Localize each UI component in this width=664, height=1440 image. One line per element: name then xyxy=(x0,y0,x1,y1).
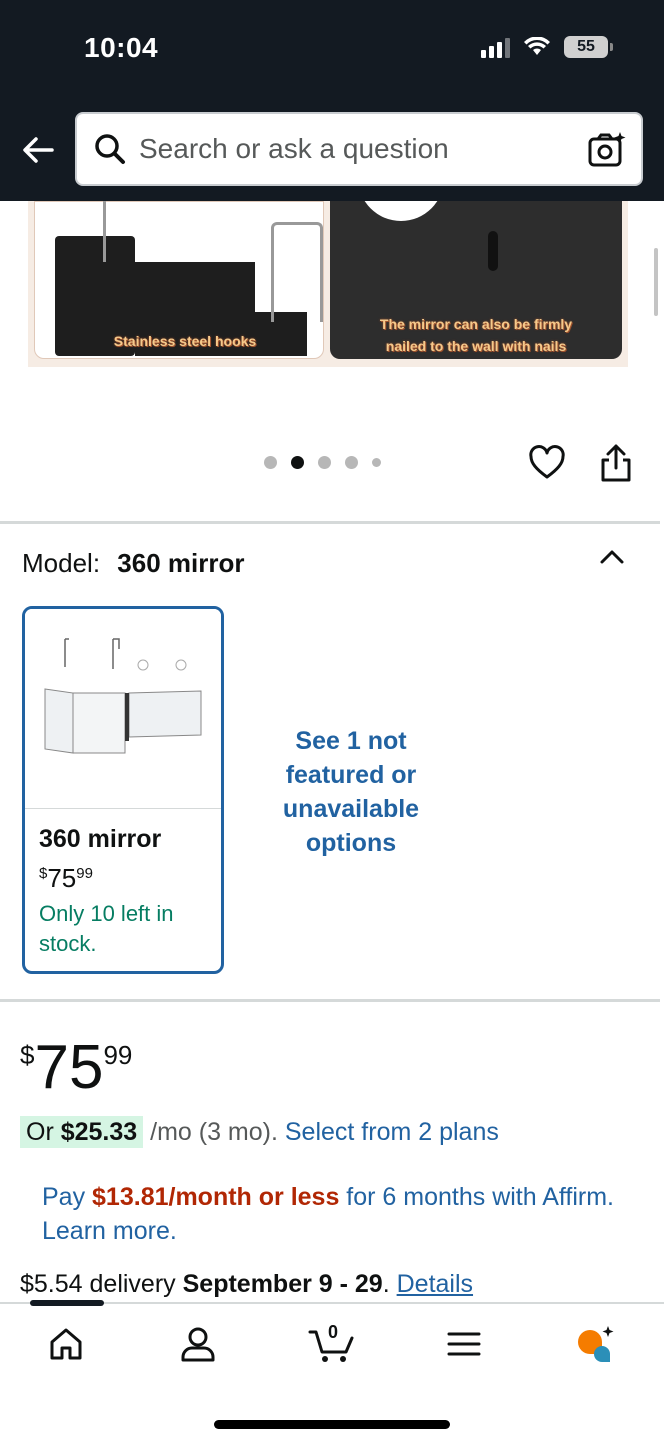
affirm-amount: $13.81/month or less xyxy=(92,1183,340,1211)
model-label: Model: xyxy=(22,548,101,578)
price-cents: 99 xyxy=(103,1040,133,1070)
installment-highlight: Or $25.33 xyxy=(20,1116,144,1148)
price-whole: 75 xyxy=(34,1033,104,1102)
affirm-prefix: Pay xyxy=(42,1183,93,1211)
delivery-details-link[interactable]: Details xyxy=(397,1270,473,1298)
cart-count: 0 xyxy=(328,1322,339,1342)
delivery-cost: $5.54 delivery xyxy=(20,1270,183,1298)
image-panel-hooks: Stainless steel hooks xyxy=(34,201,324,359)
variant-price-currency: $ xyxy=(39,865,48,882)
nail-illustration xyxy=(488,231,498,271)
delivery-separator: . xyxy=(382,1270,397,1298)
delivery-info: $5.54 delivery September 9 - 29. Details xyxy=(20,1270,473,1299)
image-caption-hooks: Stainless steel hooks xyxy=(113,333,257,349)
variant-stock-status: Only 10 left in stock. xyxy=(39,901,174,956)
model-selector-header[interactable]: Model: 360 mirror xyxy=(22,548,244,579)
installment-prefix: Or xyxy=(26,1118,61,1146)
carousel-dot[interactable] xyxy=(372,458,381,467)
heart-icon[interactable] xyxy=(528,444,566,482)
affirm-offer[interactable]: Pay $13.81/month or less for 6 months wi… xyxy=(42,1180,622,1248)
menu-icon[interactable] xyxy=(444,1324,484,1364)
mirror-illustration xyxy=(358,201,444,221)
image-carousel-dots[interactable] xyxy=(264,456,381,469)
price-currency: $ xyxy=(20,1040,35,1070)
variant-price-cents: 99 xyxy=(76,865,93,882)
scrollbar[interactable] xyxy=(654,248,658,316)
installment-suffix: /mo (3 mo). xyxy=(143,1118,285,1146)
variant-title: 360 mirror xyxy=(39,825,162,853)
image-caption-wall-line2: nailed to the wall with nails xyxy=(385,338,567,354)
variant-price: $7599 xyxy=(39,863,93,894)
account-icon[interactable] xyxy=(178,1324,218,1364)
home-icon[interactable] xyxy=(46,1324,86,1364)
search-icon xyxy=(95,134,125,164)
carousel-dot-active[interactable] xyxy=(291,456,304,469)
search-placeholder: Search or ask a question xyxy=(139,133,449,164)
bottom-navigation: 0 xyxy=(0,1300,664,1440)
carousel-dot[interactable] xyxy=(345,456,358,469)
status-icons: 55 xyxy=(481,36,613,58)
rufus-assistant-icon[interactable] xyxy=(574,1324,614,1364)
share-icon[interactable] xyxy=(598,442,634,484)
app-header: 10:04 55 Search or ask a question xyxy=(0,0,664,201)
section-divider xyxy=(0,521,660,524)
variant-thumbnail xyxy=(25,609,221,809)
model-value: 360 mirror xyxy=(117,548,245,578)
image-caption-wall-line1: The mirror can also be firmly xyxy=(379,316,573,332)
camera-search-icon[interactable] xyxy=(587,130,627,170)
mirror-thumbnail-image xyxy=(44,638,202,754)
product-price: $7599 xyxy=(20,1032,132,1103)
variant-price-whole: 75 xyxy=(47,863,77,893)
back-arrow-icon[interactable] xyxy=(18,130,58,170)
signal-icon xyxy=(481,36,510,58)
search-input[interactable]: Search or ask a question xyxy=(75,112,643,186)
installment-offer: Or $25.33 /mo (3 mo). Select from 2 plan… xyxy=(20,1116,499,1148)
battery-icon: 55 xyxy=(564,36,613,58)
product-image[interactable]: Stainless steel hooks The mirror can als… xyxy=(28,201,628,367)
carousel-dot[interactable] xyxy=(318,456,331,469)
chevron-up-icon[interactable] xyxy=(598,546,626,566)
variant-card-selected[interactable]: 360 mirror $7599 Only 10 left in stock. xyxy=(22,606,224,974)
see-unavailable-options-link[interactable]: See 1 not featured or unavailable option… xyxy=(262,724,440,860)
section-divider xyxy=(0,999,660,1002)
image-panel-wall: The mirror can also be firmly nailed to … xyxy=(330,201,622,359)
select-plans-link[interactable]: Select from 2 plans xyxy=(285,1118,499,1146)
carousel-dot[interactable] xyxy=(264,456,277,469)
status-time: 10:04 xyxy=(84,32,159,63)
image-caption-wall: The mirror can also be firmly nailed to … xyxy=(334,313,618,357)
wifi-icon xyxy=(524,37,550,55)
delivery-dates: September 9 - 29 xyxy=(182,1270,383,1298)
hook-illustration xyxy=(271,222,323,322)
installment-amount: $25.33 xyxy=(60,1118,138,1146)
hook-illustration xyxy=(103,201,106,262)
home-indicator xyxy=(214,1420,450,1429)
nav-active-indicator xyxy=(30,1300,104,1306)
